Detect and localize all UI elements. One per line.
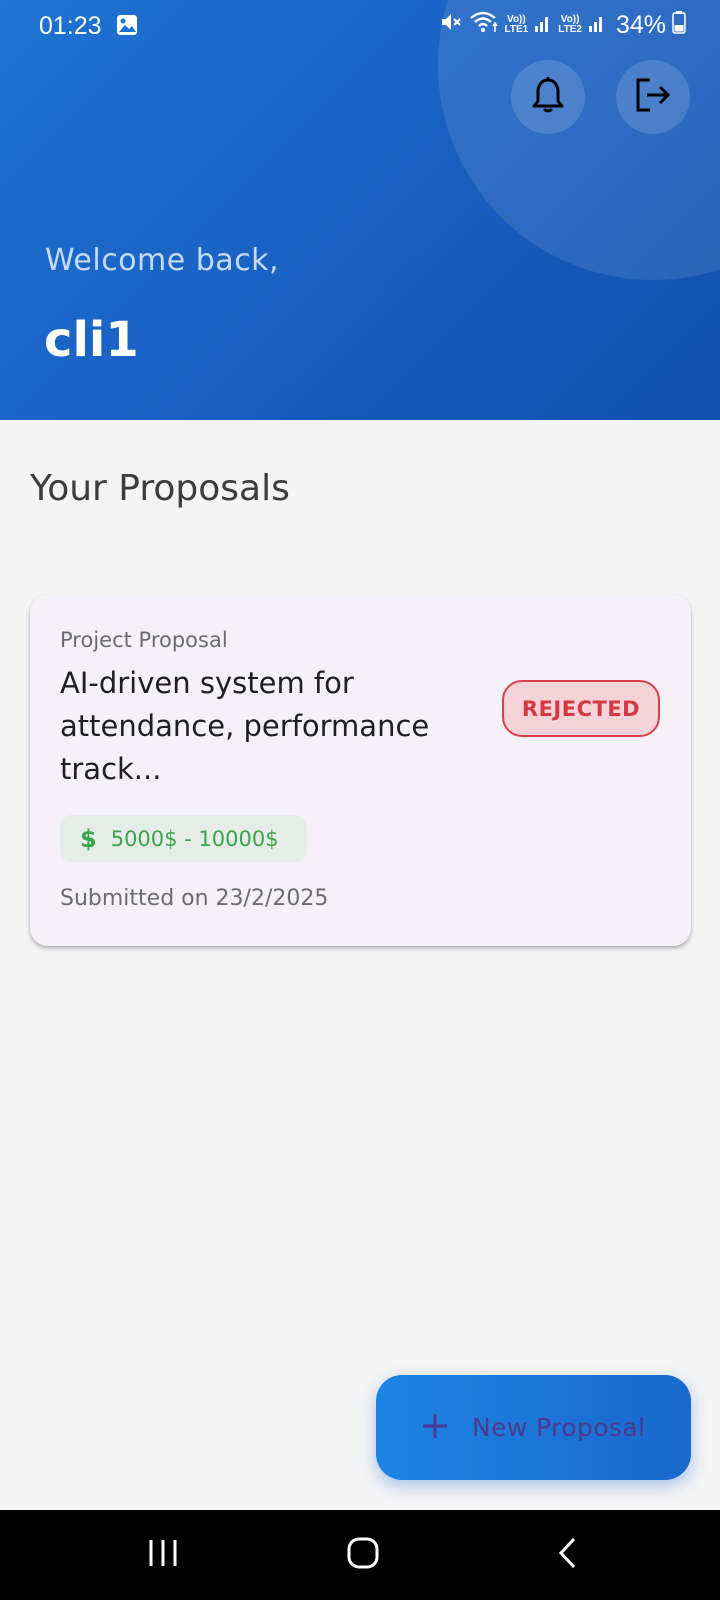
section-title: Your Proposals [30, 468, 290, 509]
plus-icon [420, 1411, 450, 1445]
battery-icon [672, 10, 686, 40]
back-button[interactable] [534, 1510, 600, 1600]
sim2-label: Vo)) LTE2 [558, 14, 582, 35]
signal-icon-2 [588, 11, 606, 39]
wifi-icon [469, 10, 499, 40]
submitted-date: Submitted on 23/2/2025 [60, 886, 329, 911]
back-icon [556, 1536, 578, 1574]
bell-icon [531, 76, 565, 118]
mute-icon [439, 10, 463, 40]
battery-percent: 34% [615, 10, 666, 39]
username: cli1 [44, 312, 139, 368]
header: 01:23 Vo)) LTE1 Vo)) LTE2 34% Welcome ba… [0, 0, 720, 420]
notifications-button[interactable] [511, 60, 585, 134]
sim1-label: Vo)) LTE1 [504, 14, 529, 35]
home-button[interactable] [330, 1510, 396, 1600]
logout-button[interactable] [616, 60, 690, 134]
proposal-title: AI-driven system for attendance, perform… [60, 666, 430, 786]
gallery-notification-icon [116, 14, 138, 42]
recents-button[interactable] [130, 1510, 196, 1600]
new-proposal-label: New Proposal [472, 1413, 646, 1442]
new-proposal-button[interactable]: New Proposal [376, 1375, 691, 1480]
dollar-icon: $ [80, 824, 97, 853]
budget-chip: $ 5000$ - 10000$ [60, 815, 307, 862]
status-bar: 01:23 Vo)) LTE1 Vo)) LTE2 34% [0, 0, 720, 52]
recents-icon [147, 1538, 179, 1572]
proposal-card[interactable]: Project Proposal AI-driven system for at… [30, 594, 691, 946]
status-time: 01:23 [39, 12, 102, 40]
home-icon [346, 1536, 380, 1574]
proposal-type: Project Proposal [60, 628, 228, 652]
budget-range: 5000$ - 10000$ [110, 826, 279, 851]
signal-icon-1 [534, 11, 552, 39]
status-indicators: Vo)) LTE1 Vo)) LTE2 34% [439, 10, 686, 40]
system-nav-bar [0, 1510, 720, 1600]
status-badge: REJECTED [502, 680, 660, 737]
welcome-text: Welcome back, [45, 243, 280, 278]
logout-icon [634, 77, 672, 117]
